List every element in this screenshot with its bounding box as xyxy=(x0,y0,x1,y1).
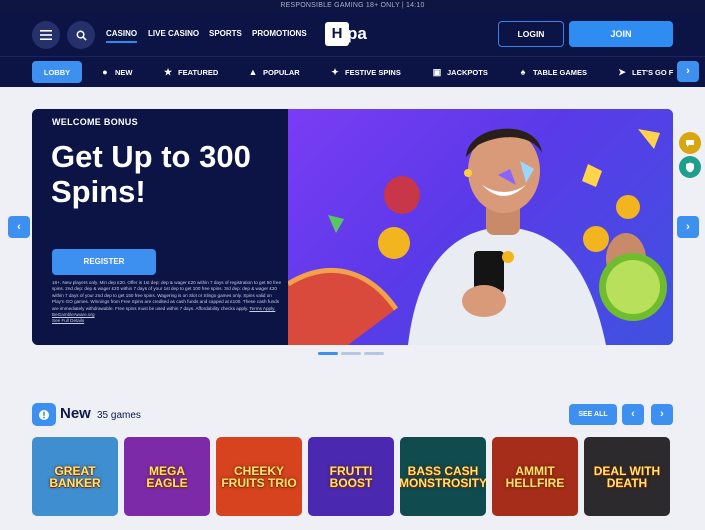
pagination-dot[interactable] xyxy=(341,352,361,355)
pagination-dot[interactable] xyxy=(318,352,338,355)
game-tile[interactable]: CHEEKY FRUITS TRIO xyxy=(216,437,302,516)
full-details-link[interactable]: See Full Details xyxy=(52,318,282,324)
section-game-count: 35 games xyxy=(97,410,141,421)
join-button[interactable]: JOIN xyxy=(569,21,673,47)
category-lets-go[interactable]: ➤ LET'S GO F xyxy=(617,61,673,83)
category-label: POPULAR xyxy=(263,67,300,77)
game-tile[interactable]: GREAT BANKER xyxy=(32,437,118,516)
logo-mark: H xyxy=(325,22,349,46)
game-tile[interactable]: AMMIT HELLFIRE xyxy=(492,437,578,516)
search-button[interactable] xyxy=(67,21,95,49)
see-all-button[interactable]: SEE ALL xyxy=(569,404,617,425)
nav-casino[interactable]: CASINO xyxy=(106,29,138,43)
promo-banner: WELCOME BONUS Get Up to 300 Spins! REGIS… xyxy=(32,109,673,345)
category-table-games[interactable]: ♠ TABLE GAMES xyxy=(518,61,587,83)
banner-headline: Get Up to 300 Spins! xyxy=(51,139,251,209)
terms-text: 18+. New players only. Min dep £20. Offe… xyxy=(52,280,282,311)
nav-live-casino[interactable]: LIVE CASINO xyxy=(148,29,199,38)
sparkle-icon: ✦ xyxy=(331,67,339,77)
flame-icon: ▲ xyxy=(248,67,258,77)
game-tile[interactable]: DEAL WITH DEATH xyxy=(584,437,670,516)
rocket-icon: ➤ xyxy=(618,67,626,77)
menu-button[interactable] xyxy=(32,21,60,49)
game-title: FRUTTI BOOST xyxy=(329,463,373,490)
login-button[interactable]: LOGIN xyxy=(498,21,564,47)
nav-sports[interactable]: SPORTS xyxy=(209,29,242,38)
game-tile[interactable]: BASS CASH MONSTROSITY xyxy=(400,437,486,516)
chat-button[interactable] xyxy=(679,132,701,154)
banner-illustration xyxy=(286,128,667,345)
safety-button[interactable] xyxy=(679,156,701,178)
cards-icon: ♠ xyxy=(520,67,526,77)
category-label: LET'S GO F xyxy=(632,67,674,77)
banner-pagination xyxy=(318,352,384,355)
game-title: GREAT BANKER xyxy=(49,463,101,490)
category-featured[interactable]: ★ FEATURED xyxy=(163,61,218,83)
star-icon: ★ xyxy=(163,67,173,77)
category-label: LOBBY xyxy=(43,67,71,77)
category-festive-spins[interactable]: ✦ FESTIVE SPINS xyxy=(330,61,401,83)
game-title: DEAL WITH DEATH xyxy=(593,463,661,490)
category-label: NEW xyxy=(115,67,133,77)
category-label: JACKPOTS xyxy=(447,67,488,77)
category-popular[interactable]: ▲ POPULAR xyxy=(248,61,300,83)
banner-prev-button[interactable]: ‹ xyxy=(8,216,30,238)
search-icon xyxy=(76,30,87,41)
category-jackpots[interactable]: ▣ JACKPOTS xyxy=(432,61,488,83)
responsible-gaming-bar: RESPONSIBLE GAMING 18+ ONLY | 14:10 xyxy=(0,0,705,12)
game-title: AMMIT HELLFIRE xyxy=(505,463,565,490)
category-lobby[interactable]: LOBBY xyxy=(32,61,82,83)
category-new[interactable]: ● NEW xyxy=(100,61,133,83)
alert-icon xyxy=(39,409,49,420)
banner-terms: 18+. New players only. Min dep £20. Offe… xyxy=(52,280,282,325)
pagination-dot[interactable] xyxy=(364,352,384,355)
section-title: New xyxy=(60,405,91,422)
hamburger-icon xyxy=(40,30,52,40)
site-logo[interactable]: H pa xyxy=(325,22,381,46)
game-tile[interactable]: FRUTTI BOOST xyxy=(308,437,394,516)
alert-icon: ● xyxy=(102,67,108,77)
new-section-icon xyxy=(32,403,56,426)
game-title: MEGA EAGLE xyxy=(146,463,188,490)
logo-wordmark: pa xyxy=(347,24,367,43)
game-title: BASS CASH MONSTROSITY xyxy=(400,463,486,490)
game-title: CHEEKY FRUITS TRIO xyxy=(221,463,297,490)
category-label: FEATURED xyxy=(178,67,219,77)
banner-text-panel: WELCOME BONUS Get Up to 300 Spins! REGIS… xyxy=(32,109,288,345)
category-label: TABLE GAMES xyxy=(533,67,588,77)
nav-promotions[interactable]: PROMOTIONS xyxy=(252,29,307,38)
chat-icon xyxy=(686,139,694,147)
category-label: FESTIVE SPINS xyxy=(345,67,401,77)
banner-image xyxy=(286,109,673,345)
category-scroll-right-button[interactable]: › xyxy=(677,61,699,82)
banner-eyebrow: WELCOME BONUS xyxy=(52,117,138,127)
terms-apply-link[interactable]: Terms Apply. xyxy=(249,306,275,311)
games-next-button[interactable]: › xyxy=(651,404,673,425)
site-header: CASINO LIVE CASINO SPORTS PROMOTIONS H p… xyxy=(0,12,705,56)
banner-next-button[interactable]: › xyxy=(677,216,699,238)
register-button[interactable]: REGISTER xyxy=(52,249,156,275)
game-tile[interactable]: MEGA EAGLE xyxy=(124,437,210,516)
jackpot-icon: ▣ xyxy=(432,67,442,77)
shield-icon xyxy=(686,162,694,172)
category-bar: LOBBY ● NEW ★ FEATURED ▲ POPULAR ✦ FESTIVE S… xyxy=(0,56,705,87)
games-prev-button[interactable]: ‹ xyxy=(622,404,644,425)
